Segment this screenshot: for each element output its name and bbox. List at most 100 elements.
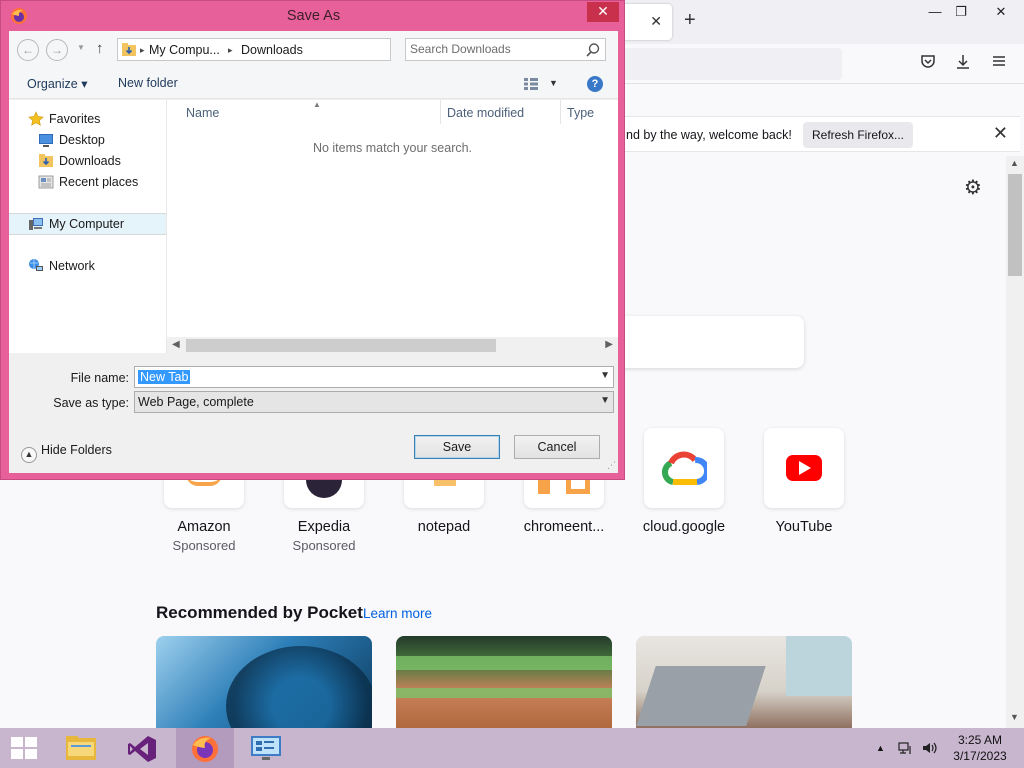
clock-date: 3/17/2023 — [953, 749, 1007, 763]
column-header-type[interactable]: Type — [567, 106, 594, 120]
close-notification-icon[interactable]: ✕ — [993, 123, 1008, 144]
vertical-scrollbar[interactable]: ▲ ▼ — [1006, 156, 1024, 728]
forward-arrow-icon[interactable]: → — [46, 39, 68, 61]
filename-input[interactable]: New Tab — [138, 370, 191, 384]
clock-time: 3:25 AM — [957, 733, 1003, 747]
resize-grip-icon[interactable]: ⋰ — [607, 460, 616, 471]
restore-button[interactable]: ❐ — [946, 2, 976, 22]
new-tab-button[interactable]: + — [684, 9, 696, 32]
back-arrow-icon[interactable]: ← — [17, 39, 39, 61]
network-status-icon[interactable] — [898, 740, 914, 759]
shortcut-label: chromeent... — [523, 519, 605, 535]
save-as-dialog: Save As ✕ ← → ▼ ↑ ▸ My Compu... ▸ Downlo… — [0, 0, 625, 480]
volume-icon[interactable] — [921, 740, 939, 759]
navigation-pane: Favorites Desktop Downloads Recent place… — [9, 100, 167, 353]
column-header-date-modified[interactable]: Date modified — [447, 106, 524, 120]
control-panel-icon — [251, 736, 281, 760]
help-icon[interactable]: ? — [587, 76, 603, 92]
breadcrumb-my-computer[interactable]: My Compu... — [149, 43, 220, 57]
breadcrumb-downloads[interactable]: Downloads — [241, 43, 303, 57]
save-as-type-select[interactable]: Web Page, complete ▼ — [134, 391, 614, 413]
recent-locations-icon[interactable]: ▼ — [77, 43, 85, 52]
sponsored-label: Sponsored — [292, 538, 356, 553]
start-button[interactable] — [0, 728, 58, 768]
search-field[interactable] — [405, 38, 606, 61]
breadcrumb-separator-icon: ▸ — [140, 45, 145, 55]
desktop-icon — [38, 132, 54, 148]
filename-label: File name: — [70, 371, 129, 385]
folder-download-icon — [122, 43, 136, 56]
taskbar-firefox[interactable] — [176, 728, 234, 768]
organize-button[interactable]: Organize ▾ — [27, 76, 87, 91]
view-dropdown-icon[interactable]: ▼ — [549, 78, 558, 88]
save-as-type-label: Save as type: — [53, 396, 129, 410]
nav-label: Desktop — [59, 133, 105, 147]
system-clock[interactable]: 3:25 AM 3/17/2023 — [950, 732, 1010, 764]
menu-icon[interactable] — [988, 53, 1010, 75]
new-folder-button[interactable]: New folder — [118, 76, 178, 90]
network-icon — [28, 258, 44, 274]
scroll-thumb[interactable] — [1008, 174, 1022, 276]
hide-folders-button[interactable]: ▲ Hide Folders — [21, 443, 112, 463]
shortcut-youtube[interactable]: YouTube — [744, 428, 864, 535]
search-box[interactable] — [600, 316, 804, 368]
save-button[interactable]: Save — [414, 435, 500, 459]
visual-studio-icon — [128, 736, 156, 762]
column-header-name[interactable]: Name — [186, 106, 219, 120]
up-arrow-icon[interactable]: ↑ — [96, 40, 104, 57]
pocket-card-image[interactable] — [156, 636, 372, 728]
window-close-button[interactable]: ✕ — [986, 2, 1016, 22]
computer-icon — [28, 216, 44, 232]
sort-ascending-icon: ▲ — [313, 100, 321, 109]
settings-gear-icon[interactable]: ⚙ — [964, 175, 982, 200]
learn-more-link[interactable]: Learn more — [363, 606, 432, 621]
notification-text: nd by the way, welcome back! — [626, 128, 792, 142]
horizontal-scrollbar[interactable]: ◀ ▶ — [167, 337, 618, 354]
scroll-thumb[interactable] — [186, 339, 496, 352]
cancel-button[interactable]: Cancel — [514, 435, 600, 459]
taskbar-control-panel[interactable] — [237, 728, 295, 768]
hide-folders-label: Hide Folders — [41, 443, 112, 457]
column-divider[interactable] — [560, 100, 561, 124]
scroll-left-icon[interactable]: ◀ — [172, 339, 180, 350]
view-options-icon[interactable] — [523, 77, 539, 91]
save-as-type-value: Web Page, complete — [138, 395, 254, 409]
scroll-up-icon[interactable]: ▲ — [1010, 158, 1019, 168]
taskbar-file-explorer[interactable] — [52, 728, 110, 768]
dialog-titlebar[interactable]: Save As ✕ — [1, 1, 624, 31]
pocket-heading: Recommended by Pocket — [156, 603, 363, 622]
shortcut-label: notepad — [417, 519, 471, 535]
save-as-type-dropdown-icon[interactable]: ▼ — [600, 395, 610, 406]
pocket-icon[interactable] — [917, 53, 939, 75]
shortcut-label: YouTube — [775, 519, 833, 535]
scroll-down-icon[interactable]: ▼ — [1010, 712, 1019, 722]
show-hidden-icons-icon[interactable]: ▲ — [876, 743, 885, 753]
nav-label: Network — [49, 259, 95, 273]
column-divider[interactable] — [440, 100, 441, 124]
pocket-card-image[interactable] — [396, 636, 612, 728]
chevron-up-icon: ▲ — [21, 447, 37, 463]
nav-label: Favorites — [49, 112, 101, 126]
filename-dropdown-icon[interactable]: ▼ — [600, 370, 610, 381]
search-input[interactable] — [410, 42, 580, 56]
download-icon[interactable] — [952, 53, 974, 75]
refresh-firefox-button[interactable]: Refresh Firefox... — [803, 122, 913, 148]
taskbar-visual-studio[interactable] — [113, 728, 171, 768]
scroll-right-icon[interactable]: ▶ — [605, 339, 613, 350]
filename-field[interactable]: New Tab ▼ — [134, 366, 614, 388]
google-cloud-icon — [644, 428, 724, 508]
dialog-title: Save As — [286, 8, 341, 24]
star-icon — [28, 111, 44, 127]
recent-places-icon — [38, 174, 54, 190]
dialog-close-button[interactable]: ✕ — [587, 2, 619, 22]
pocket-card-image[interactable] — [636, 636, 852, 728]
search-icon[interactable] — [585, 42, 601, 58]
downloads-folder-icon — [38, 153, 54, 169]
file-list[interactable]: Name ▲ Date modified Type No items match… — [167, 100, 618, 353]
empty-folder-message: No items match your search. — [312, 141, 473, 155]
youtube-icon — [764, 428, 844, 508]
close-tab-icon[interactable]: ✕ — [650, 13, 662, 30]
address-bar[interactable]: ▸ My Compu... ▸ Downloads ⌄ ↻ — [117, 38, 494, 61]
nav-label: Recent places — [59, 175, 139, 189]
shortcut-cloud-google[interactable]: cloud.google — [624, 428, 744, 535]
